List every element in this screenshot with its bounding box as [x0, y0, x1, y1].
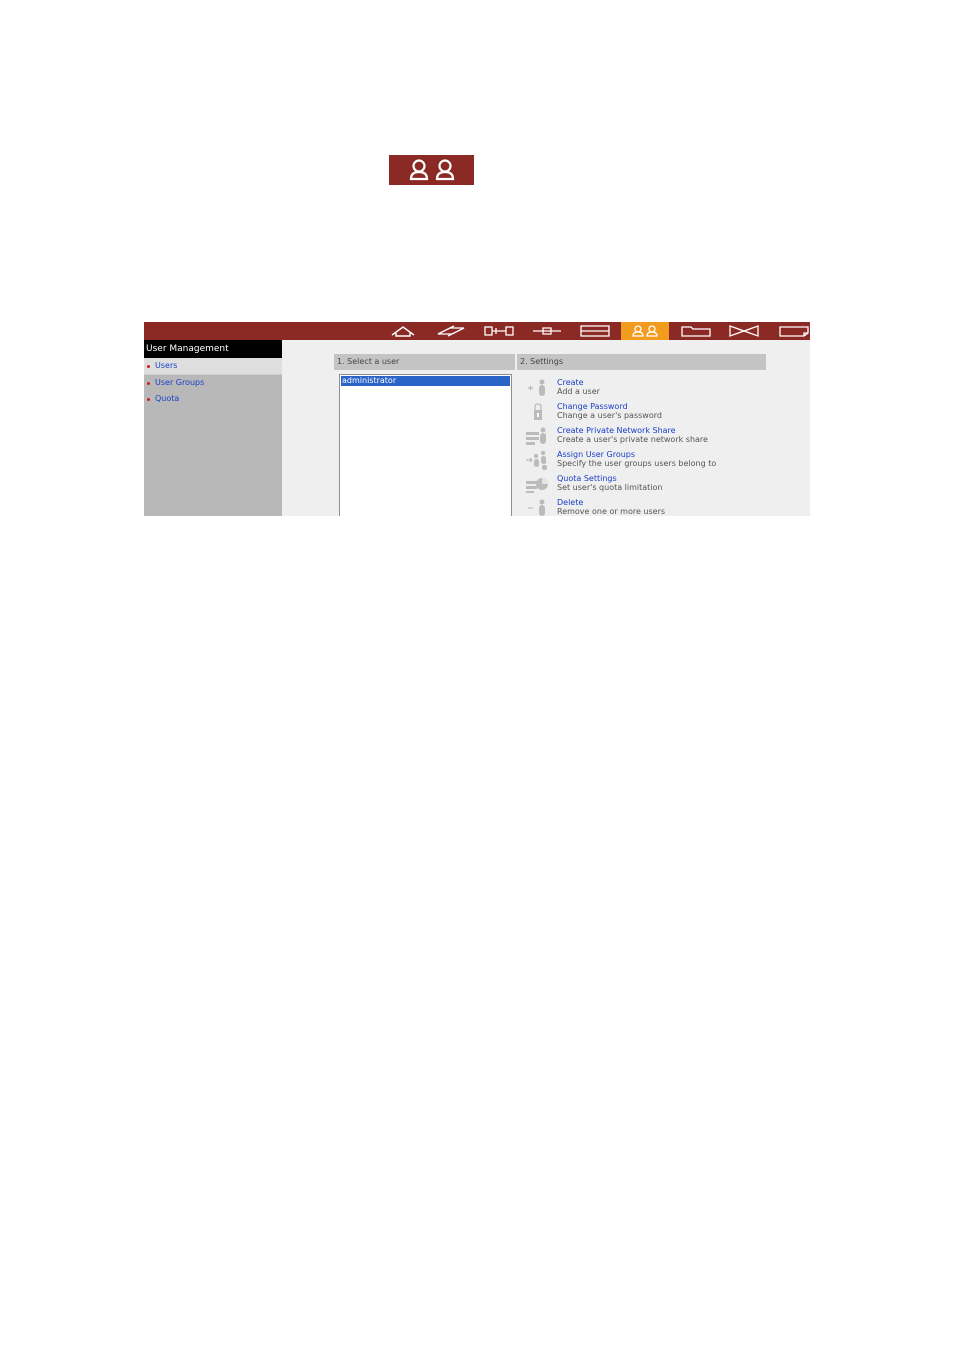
assign-groups-icon [526, 450, 547, 470]
sidebar-item-label: User Groups [155, 378, 205, 387]
setting-description: Add a user [557, 387, 600, 396]
network-icon[interactable] [475, 322, 523, 340]
bullet-icon [147, 382, 150, 385]
note-icon[interactable] [770, 322, 810, 340]
user-list[interactable]: administrator [339, 374, 512, 516]
add-user-icon [528, 379, 545, 396]
sidebar-item-label: Users [155, 361, 178, 370]
setting-description: Specify the user groups users belong to [557, 459, 717, 468]
bullet-icon [147, 365, 150, 368]
delete-user-icon [528, 499, 545, 516]
user-glyph-left [409, 159, 428, 181]
sidebar-item-label: Quota [155, 394, 180, 403]
setting-description: Set user's quota limitation [557, 483, 663, 492]
password-icon [534, 403, 542, 420]
private-share-icon [526, 427, 546, 445]
user-management-icon [389, 155, 474, 185]
setting-description: Remove one or more users [557, 507, 666, 516]
users-icon[interactable] [621, 322, 669, 340]
setting-description: Change a user's password [557, 411, 662, 420]
sidebar-item-users[interactable]: Users [144, 358, 282, 375]
home-icon[interactable] [379, 322, 427, 340]
select-user-header: 1. Select a user [334, 354, 515, 370]
plus-tool-icon[interactable] [523, 322, 571, 340]
folder-icon[interactable] [672, 322, 720, 340]
settings-header: 2. Settings [517, 354, 766, 370]
bullet-icon [147, 398, 150, 401]
top-navigation-bar [144, 322, 810, 340]
quota-icon [526, 478, 548, 493]
lightning-icon[interactable] [427, 322, 475, 340]
sidebar: User Management Users User Groups Quota [144, 340, 282, 516]
sidebar-title: User Management [144, 340, 282, 358]
setting-description: Create a user's private network share [557, 435, 708, 444]
disk-icon[interactable] [571, 322, 619, 340]
user-list-item[interactable]: administrator [341, 376, 510, 386]
sync-icon[interactable] [720, 322, 768, 340]
sidebar-item-quota[interactable]: Quota [144, 391, 282, 407]
sidebar-item-user-groups[interactable]: User Groups [144, 375, 282, 391]
nas-admin-window: User Management Users User Groups Quota … [144, 322, 810, 516]
user-glyph-right [435, 159, 454, 181]
